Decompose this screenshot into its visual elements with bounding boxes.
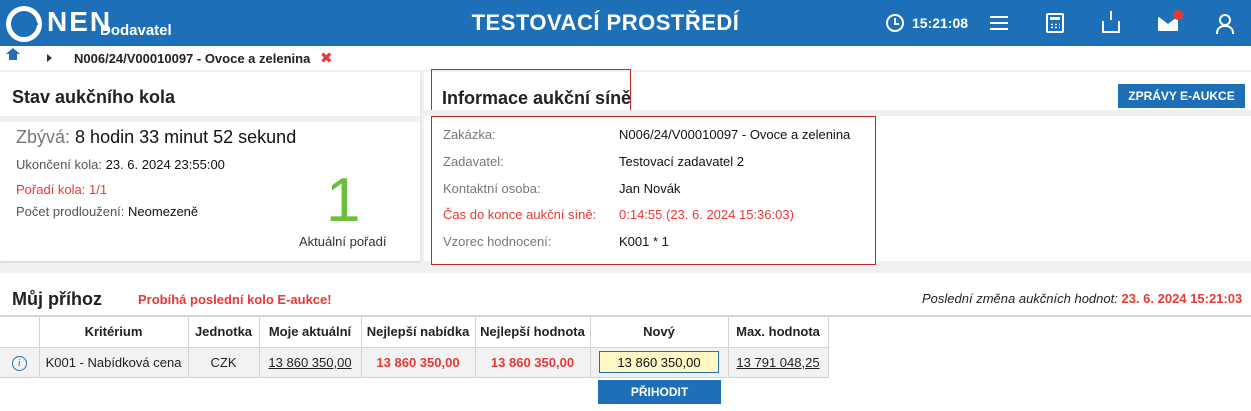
column-header: Moje aktuální [259, 317, 362, 347]
info-value: Jan Novák [619, 181, 681, 196]
divider [0, 116, 420, 122]
best-value-value: 13 860 350,00 [490, 354, 575, 370]
table-header-row: Kritérium Jednotka Moje aktuální Nejlepš… [0, 317, 829, 347]
round-end: Ukončení kola: 23. 6. 2024 23:55:00 [16, 157, 225, 172]
round-order: Pořadí kola: 1/1 [16, 182, 108, 197]
info-label: Vzorec hodnocení: [443, 234, 552, 249]
clock-icon [886, 14, 904, 32]
info-value: 0:14:55 (23. 6. 2024 15:36:03) [619, 207, 794, 222]
environment-title-text: TESTOVACÍ PROSTŘEDÍ [471, 10, 740, 35]
auction-info-title: Informace aukční síně [442, 88, 632, 108]
extensions-value: Neomezeně [128, 204, 199, 219]
current-rank: 1 [326, 166, 361, 235]
new-bid-input[interactable] [599, 351, 719, 373]
auction-info-box: Zakázka: N006/24/V00010097 - Ovoce a zel… [431, 116, 876, 265]
extensions-label: Počet prodloužení: [16, 204, 125, 219]
menu-icon[interactable] [988, 12, 1010, 34]
remaining-time: Zbývá: 8 hodin 33 minut 52 sekund [16, 127, 296, 148]
round-status-title: Stav aukčního kola [12, 87, 176, 107]
column-header-info [0, 317, 40, 347]
info-label: Zadavatel: [443, 154, 504, 169]
column-header: Kritérium [39, 317, 189, 347]
remaining-label: Zbývá: [16, 127, 71, 147]
column-header: Nejlepší nabídka [361, 317, 476, 347]
notification-dot [1173, 10, 1183, 20]
my-current-cell: 13 860 350,00 [259, 346, 362, 378]
clock-time: 15:21:08 [912, 15, 969, 31]
last-change: Poslední změna aukčních hodnot: 23. 6. 2… [922, 291, 1242, 306]
breadcrumb-item[interactable]: N006/24/V00010097 - Ovoce a zelenina [74, 51, 310, 66]
breadcrumb: N006/24/V00010097 - Ovoce a zelenina ✖ [0, 46, 1251, 70]
info-value: K001 * 1 [619, 234, 669, 249]
auction-status-warning: Probíhá poslední kolo E-aukce! [138, 292, 332, 307]
current-rank-label: Aktuální pořadí [299, 234, 387, 249]
info-cell: i [0, 346, 40, 378]
bid-table: Kritérium Jednotka Moje aktuální Nejlepš… [0, 317, 829, 378]
criterion-cell: K001 - Nabídková cena [39, 346, 189, 378]
round-status-panel: Stav aukčního kola Zbývá: 8 hodin 33 min… [0, 72, 420, 261]
user-icon[interactable] [1215, 13, 1234, 34]
extensions: Počet prodloužení: Neomezeně [16, 204, 198, 219]
last-change-label: Poslední změna aukčních hodnot: [922, 291, 1118, 306]
last-change-value: 23. 6. 2024 15:21:03 [1121, 291, 1243, 306]
info-value: Testovací zadavatel 2 [619, 154, 745, 169]
column-header: Nový [590, 317, 729, 347]
info-icon[interactable]: i [11, 355, 27, 371]
info-label: Čas do konce aukční síně: [443, 207, 597, 222]
best-value-cell: 13 860 350,00 [475, 346, 591, 378]
calculator-icon[interactable] [1046, 13, 1064, 33]
new-value-cell [590, 346, 729, 378]
chevron-right-icon [47, 54, 52, 62]
place-bid-button[interactable]: PŘIHODIT [598, 380, 721, 404]
table-row: i K001 - Nabídková cena CZK 13 860 350,0… [0, 346, 829, 378]
round-end-value: 23. 6. 2024 23:55:00 [105, 157, 225, 172]
inbox-icon[interactable] [1102, 11, 1120, 33]
remaining-value: 8 hodin 33 minut 52 sekund [75, 127, 297, 147]
unit-cell: CZK [188, 346, 260, 378]
max-value-cell: 13 791 048,25 [728, 346, 829, 378]
home-icon[interactable] [6, 48, 20, 63]
info-label: Zakázka: [443, 127, 496, 142]
info-label: Kontaktní osoba: [443, 181, 541, 196]
column-header: Nejlepší hodnota [475, 317, 591, 347]
best-offer-value: 13 860 350,00 [376, 354, 460, 370]
top-bar: NEN Dodavatel TESTOVACÍ PROSTŘEDÍ 15:21:… [0, 0, 1251, 46]
column-header: Max. hodnota [728, 317, 829, 347]
round-end-label: Ukončení kola: [16, 157, 102, 172]
info-value: N006/24/V00010097 - Ovoce a zelenina [619, 127, 851, 142]
auction-messages-button[interactable]: ZPRÁVY E-AUKCE [1118, 84, 1245, 108]
auction-info-panel: Informace aukční síně ZPRÁVY E-AUKCE Zak… [424, 69, 1251, 265]
my-current-link[interactable]: 13 860 350,00 [268, 355, 351, 370]
best-offer-cell: 13 860 350,00 [361, 346, 476, 378]
session-clock: 15:21:08 [886, 14, 968, 32]
column-header: Jednotka [188, 317, 260, 347]
close-icon[interactable]: ✖ [320, 49, 333, 67]
max-value-link[interactable]: 13 791 048,25 [736, 355, 819, 370]
my-bid-title: Můj příhoz [12, 289, 102, 309]
